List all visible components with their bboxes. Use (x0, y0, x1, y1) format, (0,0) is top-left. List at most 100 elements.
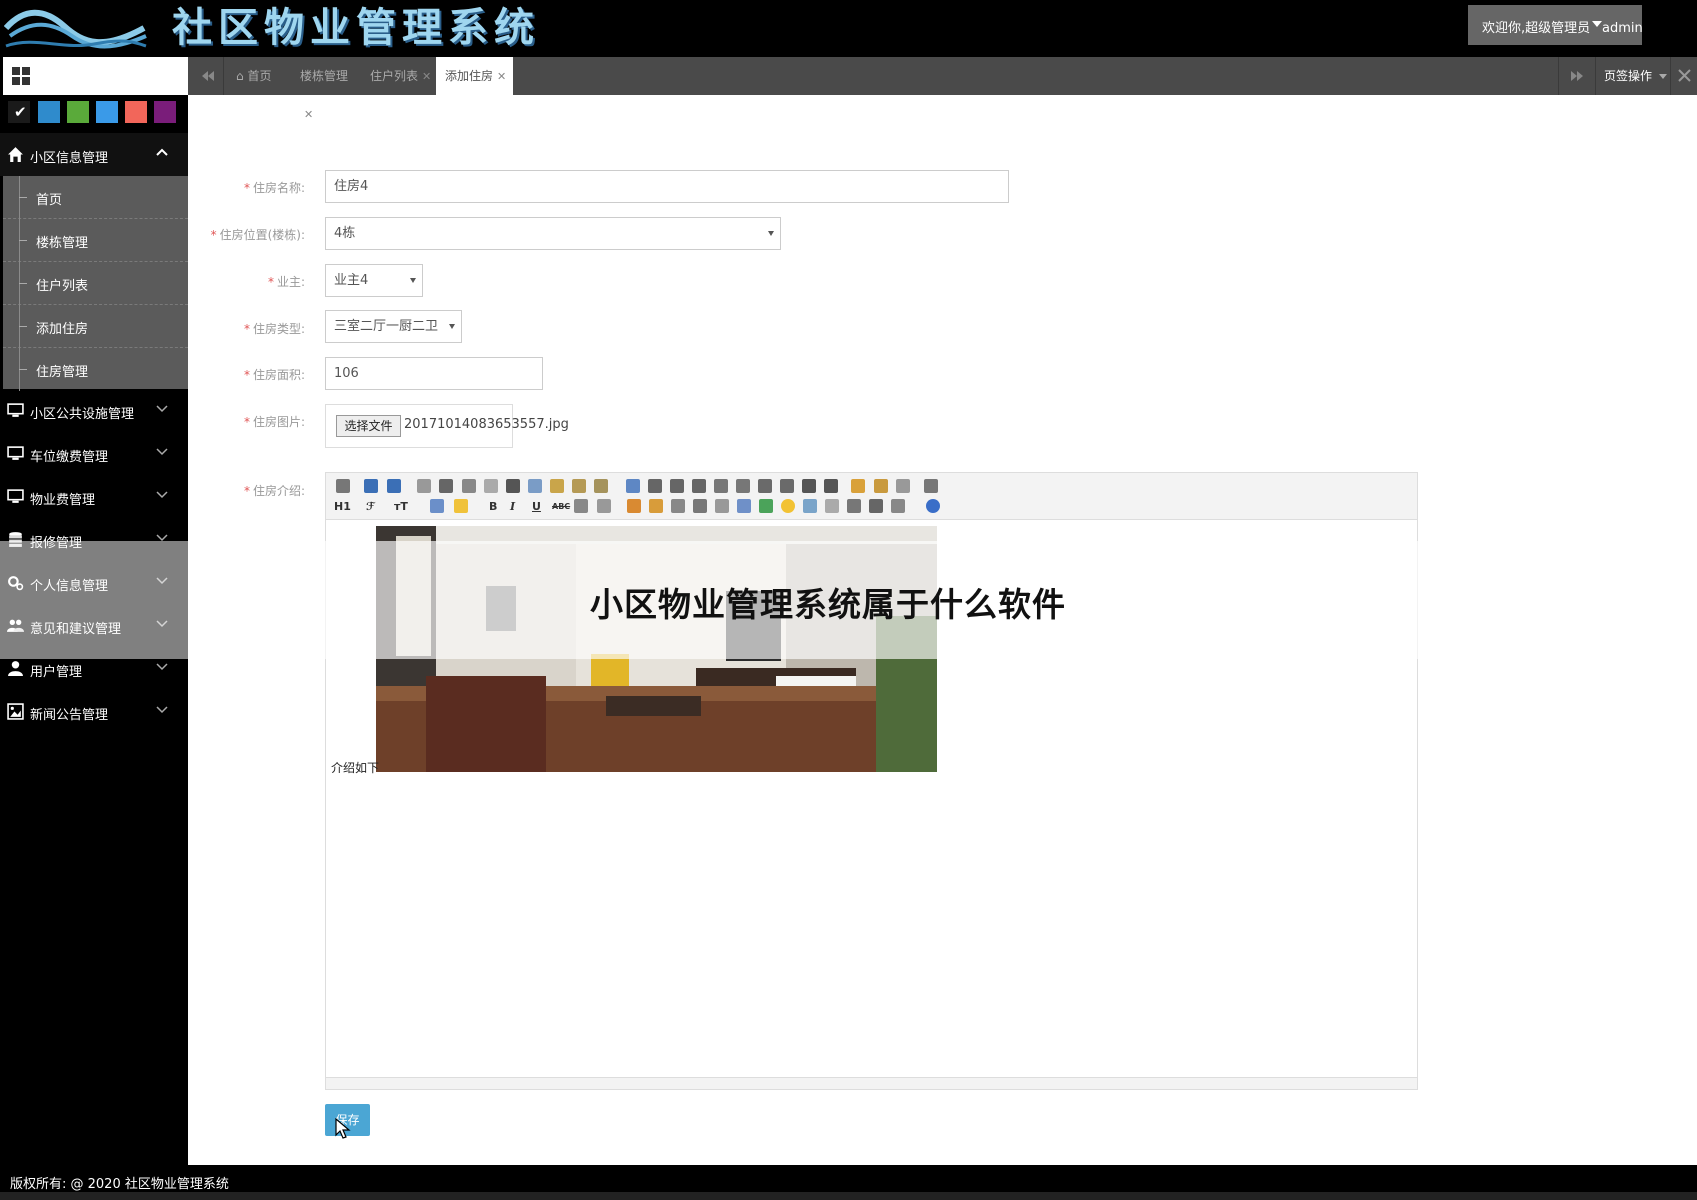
tab-residents[interactable]: 住户列表 ✕ (360, 57, 436, 95)
fullscreen-icon[interactable] (924, 479, 938, 493)
paste-word-icon[interactable] (594, 479, 608, 493)
anchor-icon[interactable] (847, 499, 861, 513)
tab-buildings[interactable]: 楼栋管理 ✕ (288, 57, 360, 121)
sidebar-group-parking-fees[interactable]: 车位缴费管理 (0, 432, 188, 475)
tab-scroll-right-button[interactable] (1558, 57, 1595, 95)
overlay-band-sidebar (0, 541, 188, 659)
theme-swatch[interactable] (96, 101, 118, 123)
theme-swatch[interactable] (38, 101, 60, 123)
close-icon[interactable]: ✕ (422, 70, 431, 83)
chevron-down-icon (156, 405, 168, 413)
house-image-file-input: 选择文件 20171014083653557.jpg (325, 404, 569, 448)
outdent-icon[interactable] (780, 479, 794, 493)
template-icon[interactable] (462, 479, 476, 493)
close-icon[interactable]: ✕ (304, 108, 313, 121)
sidebar-item-house-management[interactable]: 住房管理 (3, 348, 188, 391)
footer: 版权所有: @ 2020 社区物业管理系统 (0, 1165, 1697, 1200)
username: admin (1602, 21, 1643, 36)
select-value: 三室二厅一厨二卫 (334, 319, 439, 334)
page-break-icon[interactable] (825, 499, 839, 513)
user-menu[interactable]: 欢迎你,超级管理员 admin (1468, 5, 1643, 45)
select-value: 业主4 (334, 273, 369, 288)
tab-scroll-left-button[interactable] (188, 57, 224, 95)
close-icon[interactable]: ✕ (497, 70, 506, 83)
chevron-down-icon (156, 706, 168, 714)
logo-wave-icon (4, 9, 147, 49)
paste-text-icon[interactable] (572, 479, 586, 493)
theme-swatch[interactable] (154, 101, 176, 123)
source-icon[interactable] (336, 479, 350, 493)
theme-swatch[interactable]: ✔ (8, 101, 30, 123)
font-family-dropdown[interactable]: ℱ (366, 500, 375, 513)
horizontal-rule-icon[interactable] (759, 499, 773, 513)
flash-icon[interactable] (671, 499, 685, 513)
image-insert-icon[interactable] (627, 499, 641, 513)
close-all-tabs-button[interactable] (1670, 57, 1697, 95)
sidebar-item-buildings[interactable]: 楼栋管理 (3, 219, 188, 262)
label-text: 业主: (276, 275, 305, 289)
italic-button[interactable]: I (510, 500, 515, 513)
house-location-select[interactable]: 4栋 (325, 217, 781, 250)
heading-dropdown[interactable]: H1 (334, 500, 351, 513)
clear-format-icon[interactable] (851, 479, 865, 493)
cut-icon[interactable] (506, 479, 520, 493)
print-icon[interactable] (439, 479, 453, 493)
media-icon[interactable] (693, 499, 707, 513)
sidebar-item-add-house[interactable]: 添加住房 (3, 305, 188, 348)
preview-icon[interactable] (417, 479, 431, 493)
multi-image-icon[interactable] (649, 499, 663, 513)
superscript-icon[interactable] (824, 479, 838, 493)
code-icon[interactable] (484, 479, 498, 493)
highlight-color-icon[interactable] (454, 499, 468, 513)
unordered-list-icon[interactable] (736, 479, 750, 493)
strikethrough-button[interactable]: ABC (552, 502, 570, 511)
ordered-list-icon[interactable] (714, 479, 728, 493)
link-icon[interactable] (869, 499, 883, 513)
baidu-map-icon[interactable] (803, 499, 817, 513)
align-left-icon[interactable] (626, 479, 640, 493)
paste-icon[interactable] (550, 479, 564, 493)
align-right-icon[interactable] (670, 479, 684, 493)
emoticon-icon[interactable] (781, 499, 795, 513)
required-mark: * (243, 484, 250, 498)
sidebar-group-community-info[interactable]: 小区信息管理 (0, 133, 188, 176)
bold-button[interactable]: B (489, 500, 497, 513)
tab-home[interactable]: ⌂ 首页 (224, 57, 288, 95)
owner-label: * 业主: (190, 273, 305, 290)
copy-icon[interactable] (528, 479, 542, 493)
select-all-icon[interactable] (874, 479, 888, 493)
house-name-input[interactable]: 住房4 (325, 170, 1009, 203)
theme-swatch[interactable] (67, 101, 89, 123)
align-justify-icon[interactable] (692, 479, 706, 493)
editor-resize-bar[interactable] (326, 1077, 1417, 1089)
font-color-icon[interactable] (430, 499, 444, 513)
theme-swatch[interactable] (125, 101, 147, 123)
font-size-dropdown[interactable]: тT (394, 500, 408, 513)
sidebar-group-property-fees[interactable]: 物业费管理 (0, 475, 188, 518)
tab-operations-menu[interactable]: 页签操作 (1595, 57, 1670, 95)
redo-icon[interactable] (387, 479, 401, 493)
sidebar-toggle-button[interactable] (3, 57, 188, 95)
help-icon[interactable] (926, 499, 940, 513)
attachment-icon[interactable] (715, 499, 729, 513)
subscript-icon[interactable] (802, 479, 816, 493)
sidebar-group-news[interactable]: 新闻公告管理 (0, 690, 188, 733)
choose-file-button[interactable]: 选择文件 (336, 415, 401, 437)
house-area-input[interactable]: 106 (325, 357, 543, 390)
indent-icon[interactable] (758, 479, 772, 493)
sidebar-item-residents[interactable]: 住户列表 (3, 262, 188, 305)
eraser-icon[interactable] (597, 499, 611, 513)
undo-icon[interactable] (364, 479, 378, 493)
sidebar-group-public-facilities[interactable]: 小区公共设施管理 (0, 389, 188, 432)
pointer-icon[interactable] (896, 479, 910, 493)
owner-select[interactable]: 业主4 (325, 264, 423, 297)
intro-text[interactable]: 介绍如下 (331, 759, 379, 776)
underline-button[interactable]: U (532, 500, 541, 513)
sidebar-item-home[interactable]: 首页 (3, 176, 188, 219)
tab-add-house[interactable]: 添加住房 ✕ (436, 57, 513, 95)
house-type-select[interactable]: 三室二厅一厨二卫 (325, 310, 462, 343)
unlink-icon[interactable] (891, 499, 905, 513)
align-center-icon[interactable] (648, 479, 662, 493)
table-icon[interactable] (737, 499, 751, 513)
line-height-icon[interactable] (574, 499, 588, 513)
